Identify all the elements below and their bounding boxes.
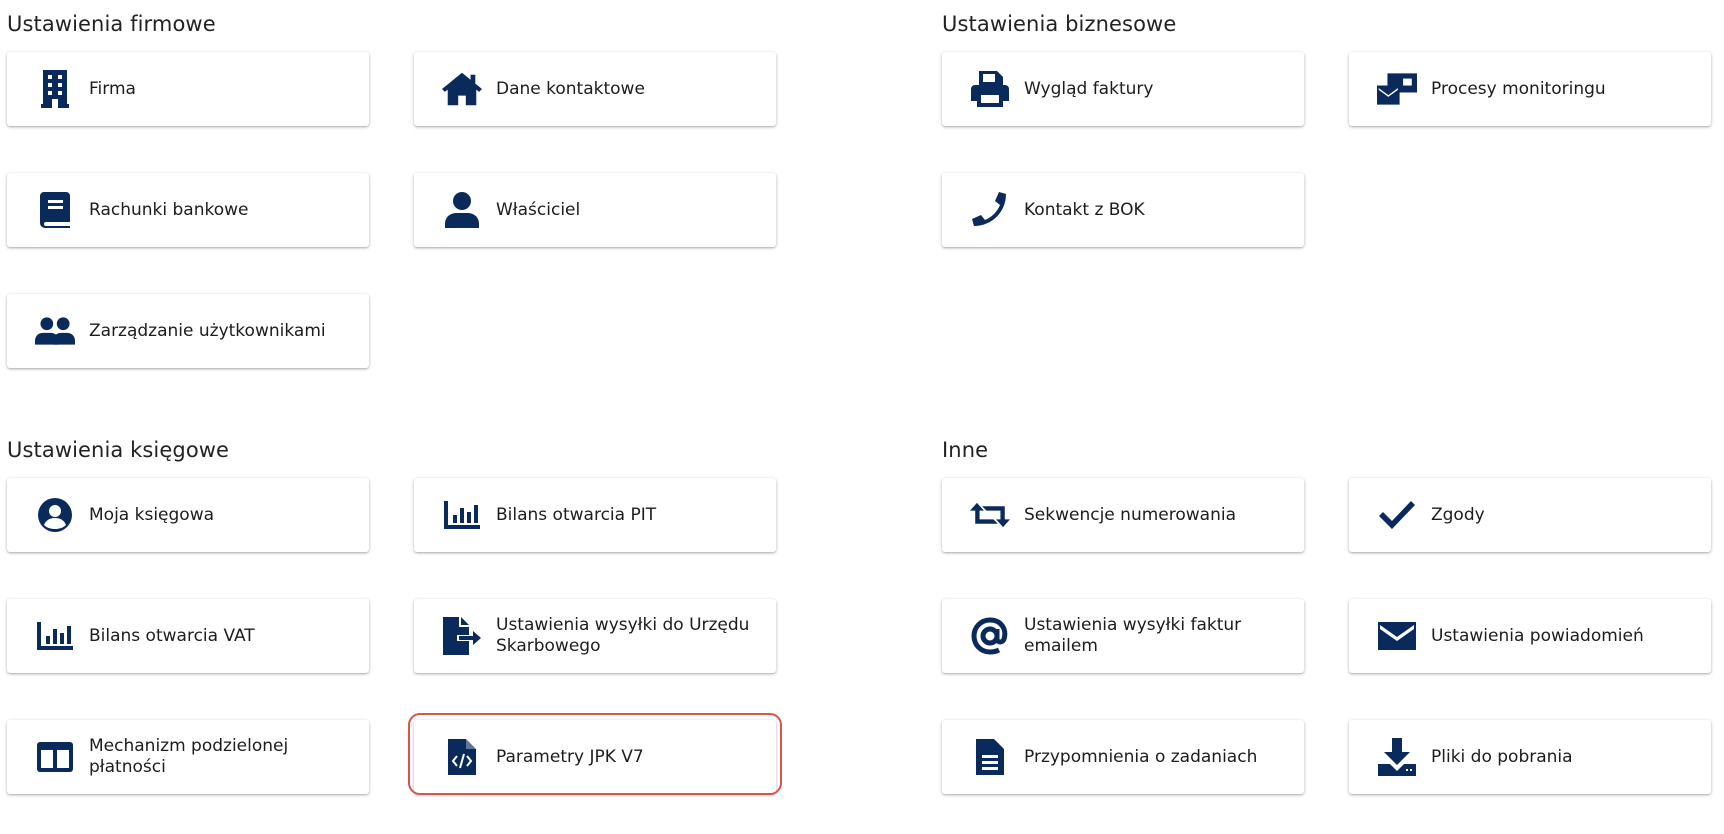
file-text-icon	[970, 737, 1010, 777]
file-code-icon	[442, 737, 482, 777]
user-icon	[442, 190, 482, 230]
chart-bars-icon	[35, 616, 75, 656]
retweet-icon	[970, 495, 1010, 535]
tile-ustawienia-powiadomien[interactable]: Ustawienia powiadomień	[1349, 599, 1711, 673]
phone-icon	[970, 190, 1010, 230]
section-title-firmowe: Ustawienia firmowe	[7, 12, 216, 36]
tile-zarzadzanie-uzytkownikami[interactable]: Zarządzanie użytkownikami	[7, 294, 369, 368]
tile-dane-kontaktowe[interactable]: Dane kontaktowe	[414, 52, 776, 126]
tile-label: Sekwencje numerowania	[1024, 504, 1236, 525]
tile-label: Mechanizm podzielonej płatności	[89, 736, 289, 777]
tile-wysylka-us[interactable]: Ustawienia wysyłki do Urzędu Skarbowego	[414, 599, 776, 673]
printer-icon	[970, 69, 1010, 109]
chart-bars-icon	[442, 495, 482, 535]
book-icon	[35, 190, 75, 230]
tile-pliki-do-pobrania[interactable]: Pliki do pobrania	[1349, 720, 1711, 794]
tile-label: Ustawienia wysyłki do Urzędu Skarbowego	[496, 615, 750, 656]
file-export-icon	[442, 616, 482, 656]
tile-label: Procesy monitoringu	[1431, 78, 1606, 99]
tile-firma[interactable]: Firma	[7, 52, 369, 126]
tile-bilans-vat[interactable]: Bilans otwarcia VAT	[7, 599, 369, 673]
building-icon	[35, 69, 75, 109]
download-icon	[1377, 737, 1417, 777]
section-title-ksiegowe: Ustawienia księgowe	[7, 438, 230, 462]
tile-label: Bilans otwarcia PIT	[496, 504, 657, 525]
tile-label: Przypomnienia o zadaniach	[1024, 746, 1258, 767]
tile-label: Ustawienia wysyłki faktur emailem	[1024, 615, 1242, 656]
tile-label: Wygląd faktury	[1024, 78, 1154, 99]
tile-sekwencje-numerowania[interactable]: Sekwencje numerowania	[942, 478, 1304, 552]
tile-label: Parametry JPK V7	[496, 746, 644, 767]
home-icon	[442, 69, 482, 109]
tile-moja-ksiegowa[interactable]: Moja księgowa	[7, 478, 369, 552]
tile-label: Zgody	[1431, 504, 1485, 525]
tile-wysylka-email[interactable]: Ustawienia wysyłki faktur emailem	[942, 599, 1304, 673]
mail-box-icon	[1377, 69, 1417, 109]
check-icon	[1377, 495, 1417, 535]
tile-label: Zarządzanie użytkownikami	[89, 320, 326, 341]
tile-label: Rachunki bankowe	[89, 199, 249, 220]
tile-label: Moja księgowa	[89, 504, 215, 525]
tile-wlasciciel[interactable]: Właściciel	[414, 173, 776, 247]
envelope-icon	[1377, 616, 1417, 656]
section-title-inne: Inne	[942, 438, 989, 462]
tile-parametry-jpk-v7[interactable]: Parametry JPK V7	[414, 720, 776, 794]
tile-wyglad-faktury[interactable]: Wygląd faktury	[942, 52, 1304, 126]
columns-icon	[35, 737, 75, 777]
tile-label: Kontakt z BOK	[1024, 199, 1145, 220]
users-icon	[35, 311, 75, 351]
tile-procesy-monitoringu[interactable]: Procesy monitoringu	[1349, 52, 1711, 126]
tile-kontakt-bok[interactable]: Kontakt z BOK	[942, 173, 1304, 247]
tile-label: Właściciel	[496, 199, 581, 220]
tile-rachunki-bankowe[interactable]: Rachunki bankowe	[7, 173, 369, 247]
at-icon	[970, 616, 1010, 656]
tile-label: Dane kontaktowe	[496, 78, 645, 99]
tile-label: Firma	[89, 78, 136, 99]
tile-mechanizm-podzielonej-platnosci[interactable]: Mechanizm podzielonej płatności	[7, 720, 369, 794]
section-title-biznesowe: Ustawienia biznesowe	[942, 12, 1177, 36]
tile-bilans-pit[interactable]: Bilans otwarcia PIT	[414, 478, 776, 552]
tile-label: Bilans otwarcia VAT	[89, 625, 255, 646]
tile-przypomnienia-o-zadaniach[interactable]: Przypomnienia o zadaniach	[942, 720, 1304, 794]
user-circle-icon	[35, 495, 75, 535]
tile-label: Pliki do pobrania	[1431, 746, 1573, 767]
tile-zgody[interactable]: Zgody	[1349, 478, 1711, 552]
tile-label: Ustawienia powiadomień	[1431, 625, 1644, 646]
